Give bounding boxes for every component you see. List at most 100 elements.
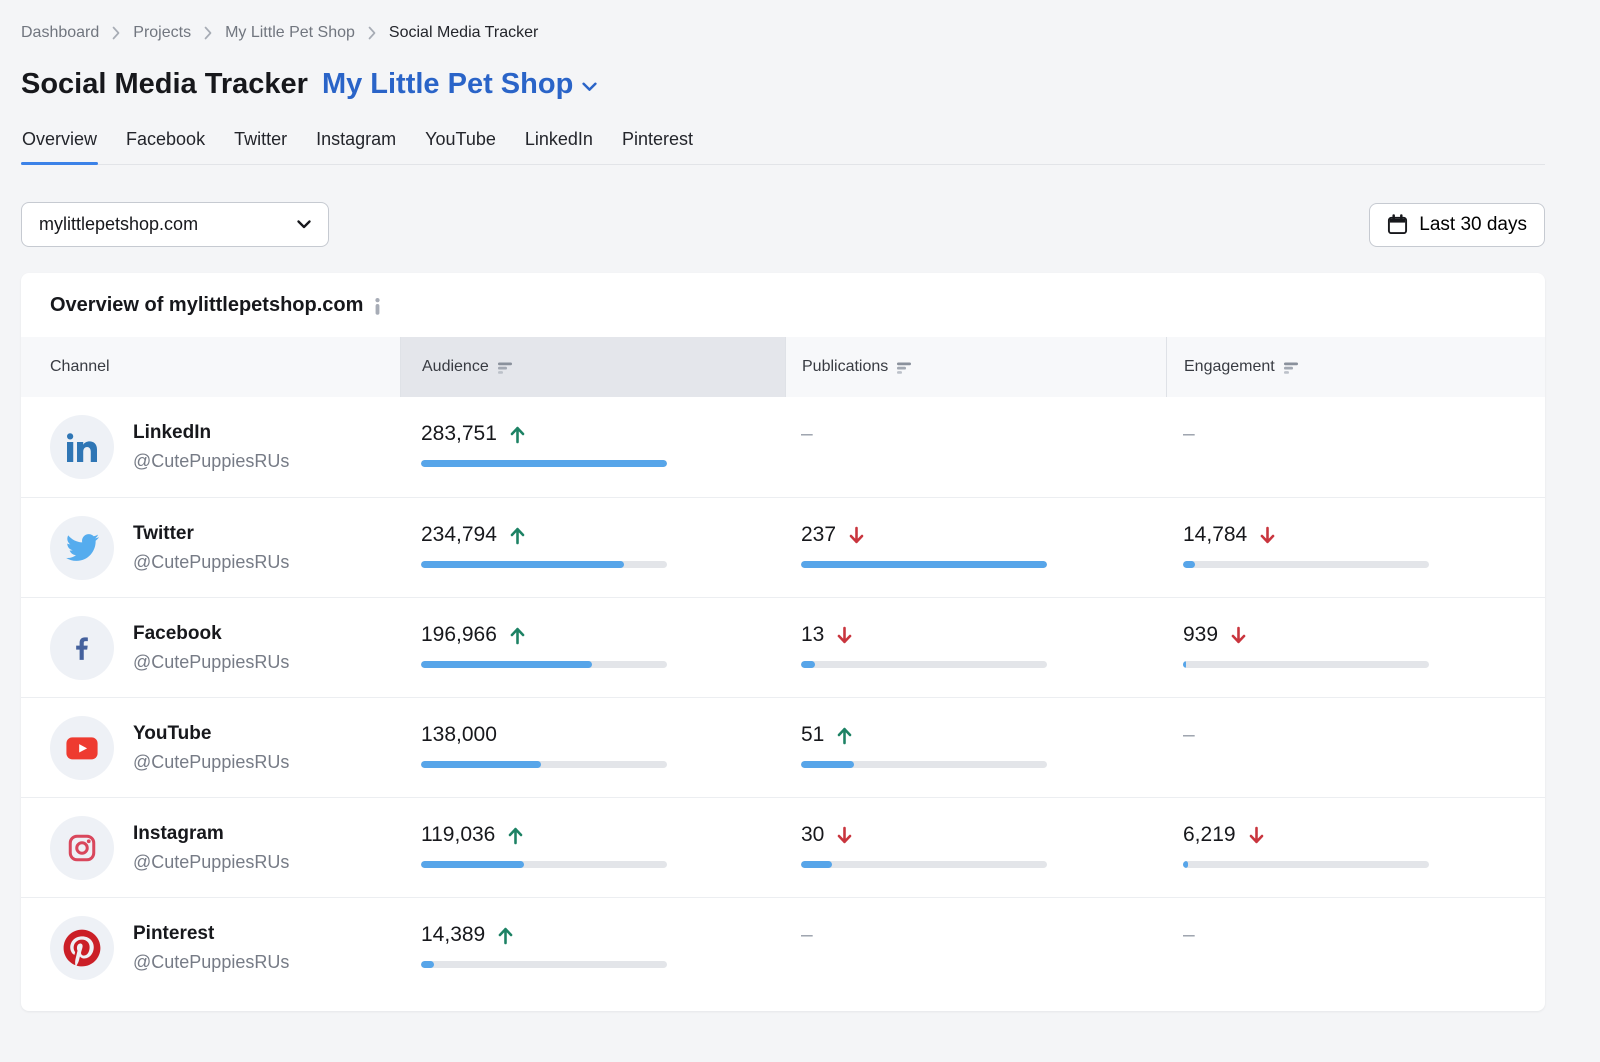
info-icon[interactable] [374, 298, 381, 315]
channel-name[interactable]: YouTube [133, 723, 289, 745]
column-header-channel: Channel [21, 337, 400, 397]
chevron-down-icon [582, 82, 597, 92]
page-title: Social Media Tracker [21, 68, 308, 101]
sort-icon [897, 361, 913, 375]
table-header: Channel Audience Publications Engagement [21, 337, 1545, 397]
avatar [50, 616, 114, 680]
instagram-icon [67, 833, 97, 863]
audience-value: 14,389 [421, 923, 485, 947]
trend-icon [510, 626, 525, 645]
table-row: Instagram@CutePuppiesRUs 119,036 30 6,21… [21, 797, 1545, 897]
publications-bar [801, 761, 1047, 768]
trend-icon [1231, 626, 1246, 645]
date-range-button[interactable]: Last 30 days [1369, 203, 1545, 247]
publications-cell: 13 [785, 598, 1166, 697]
publications-bar [801, 861, 1047, 868]
column-header-engagement[interactable]: Engagement [1166, 337, 1545, 397]
table-row: Twitter@CutePuppiesRUs 234,794 237 14,78… [21, 497, 1545, 597]
breadcrumb-dashboard[interactable]: Dashboard [21, 24, 99, 42]
linkedin-icon [67, 432, 97, 462]
chevron-down-icon [297, 220, 311, 229]
column-header-publications[interactable]: Publications [785, 337, 1166, 397]
publications-bar [801, 661, 1047, 668]
overview-card: Overview of mylittlepetshop.com Channel … [21, 273, 1545, 1011]
tab-facebook[interactable]: Facebook [125, 123, 206, 164]
trend-icon [1249, 826, 1264, 845]
channel-name[interactable]: LinkedIn [133, 422, 289, 444]
tab-bar: Overview Facebook Twitter Instagram YouT… [21, 123, 1545, 165]
channel-name[interactable]: Instagram [133, 823, 289, 845]
engagement-value: 939 [1183, 623, 1218, 647]
channel-name[interactable]: Facebook [133, 623, 289, 645]
channel-cell: LinkedIn@CutePuppiesRUs [21, 397, 400, 497]
chevron-right-icon [112, 26, 120, 40]
engagement-cell: 939 [1166, 598, 1545, 697]
tab-twitter[interactable]: Twitter [233, 123, 288, 164]
publications-value: 51 [801, 723, 824, 747]
audience-cell: 234,794 [400, 498, 785, 597]
channel-handle: @CutePuppiesRUs [133, 652, 289, 673]
engagement-value: – [1183, 422, 1195, 446]
breadcrumb: Dashboard Projects My Little Pet Shop So… [21, 24, 1545, 42]
tab-instagram[interactable]: Instagram [315, 123, 397, 164]
audience-cell: 138,000 [400, 698, 785, 797]
avatar [50, 816, 114, 880]
channel-name[interactable]: Pinterest [133, 923, 289, 945]
trend-icon [1260, 526, 1275, 545]
card-title: Overview of mylittlepetshop.com [50, 294, 363, 317]
channel-cell: Instagram@CutePuppiesRUs [21, 798, 400, 897]
channel-handle: @CutePuppiesRUs [133, 752, 289, 773]
audience-value: 196,966 [421, 623, 497, 647]
channel-cell: YouTube @CutePuppiesRUs [21, 698, 400, 797]
engagement-cell: 6,219 [1166, 798, 1545, 897]
engagement-cell: – [1166, 898, 1545, 997]
engagement-bar [1183, 561, 1429, 568]
facebook-icon [67, 633, 97, 663]
page-header: Social Media Tracker My Little Pet Shop [21, 68, 1545, 101]
profile-select[interactable]: mylittlepetshop.com [21, 202, 329, 247]
controls-row: mylittlepetshop.com Last 30 days [21, 202, 1545, 247]
channel-name[interactable]: Twitter [133, 523, 289, 545]
calendar-icon [1387, 214, 1408, 235]
trend-icon [837, 726, 852, 745]
page: Dashboard Projects My Little Pet Shop So… [0, 0, 1600, 1011]
avatar [50, 415, 114, 479]
audience-cell: 283,751 [400, 397, 785, 497]
publications-cell: 51 [785, 698, 1166, 797]
publications-value: 237 [801, 523, 836, 547]
breadcrumb-projects[interactable]: Projects [133, 24, 191, 42]
audience-value: 283,751 [421, 422, 497, 446]
project-selector[interactable]: My Little Pet Shop [322, 68, 597, 101]
engagement-value: 14,784 [1183, 523, 1247, 547]
publications-value: 13 [801, 623, 824, 647]
breadcrumb-current: Social Media Tracker [389, 24, 538, 42]
chevron-right-icon [204, 26, 212, 40]
breadcrumb-project-name[interactable]: My Little Pet Shop [225, 24, 355, 42]
channel-cell: Facebook @CutePuppiesRUs [21, 598, 400, 697]
engagement-cell: – [1166, 698, 1545, 797]
tab-pinterest[interactable]: Pinterest [621, 123, 694, 164]
publications-cell: – [785, 397, 1166, 497]
date-range-label: Last 30 days [1419, 214, 1527, 236]
channel-cell: Pinterest@CutePuppiesRUs [21, 898, 400, 997]
audience-bar [421, 561, 667, 568]
tab-youtube[interactable]: YouTube [424, 123, 497, 164]
engagement-value: – [1183, 723, 1195, 747]
engagement-value: – [1183, 923, 1195, 947]
audience-cell: 196,966 [400, 598, 785, 697]
trend-icon [837, 826, 852, 845]
card-header: Overview of mylittlepetshop.com [21, 273, 1545, 337]
sort-icon [498, 361, 514, 375]
publications-value: – [801, 923, 813, 947]
publications-bar [801, 561, 1047, 568]
tab-overview[interactable]: Overview [21, 123, 98, 164]
project-name: My Little Pet Shop [322, 68, 573, 101]
trend-icon [498, 926, 513, 945]
column-header-audience[interactable]: Audience [400, 337, 785, 397]
twitter-icon [66, 531, 99, 564]
publications-cell: 30 [785, 798, 1166, 897]
trend-icon [510, 425, 525, 444]
tab-linkedin[interactable]: LinkedIn [524, 123, 594, 164]
chevron-right-icon [368, 26, 376, 40]
table-row: Facebook @CutePuppiesRUs 196,966 13 939 [21, 597, 1545, 697]
